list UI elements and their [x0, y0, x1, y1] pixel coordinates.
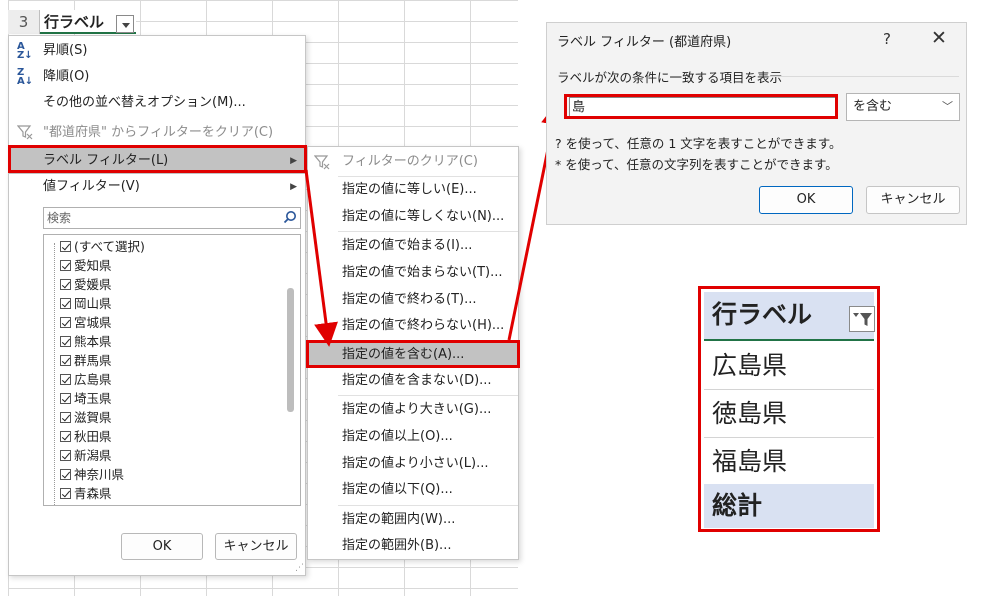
filtered-result-table: 行ラベル 広島県 徳島県 福島県 総計	[698, 286, 880, 532]
close-icon[interactable]: ✕	[931, 27, 947, 49]
condition-select[interactable]: を含む ﹀	[846, 93, 960, 121]
table-row: 福島県	[704, 438, 874, 486]
highlight-filter-input	[564, 94, 838, 119]
condition-label: ラベルが次の条件に一致する項目を表示	[557, 70, 783, 85]
wildcard-hint-asterisk: * を使って、任意の文字列を表すことができます。	[555, 157, 838, 172]
condition-select-value: を含む	[853, 99, 893, 114]
wildcard-hint-question: ? を使って、任意の 1 文字を表すことができます。	[555, 136, 842, 151]
table-row: 広島県	[704, 342, 874, 390]
help-icon[interactable]: ?	[883, 30, 891, 48]
chevron-down-icon: ﹀	[942, 100, 953, 113]
dialog-title: ラベル フィルター (都道府県)	[557, 35, 732, 50]
grand-total-row: 総計	[704, 484, 874, 528]
dialog-cancel-button[interactable]: キャンセル	[866, 186, 960, 214]
arrow-to-submenu	[304, 169, 338, 347]
filter-applied-icon[interactable]	[849, 306, 875, 332]
label-filter-dialog: ラベル フィルター (都道府県) ? ✕ ラベルが次の条件に一致する項目を表示 …	[546, 22, 967, 225]
divider	[769, 76, 959, 77]
table-row: 徳島県	[704, 390, 874, 438]
result-header-label: 行ラベル	[712, 300, 813, 329]
dialog-ok-button[interactable]: OK	[759, 186, 853, 214]
